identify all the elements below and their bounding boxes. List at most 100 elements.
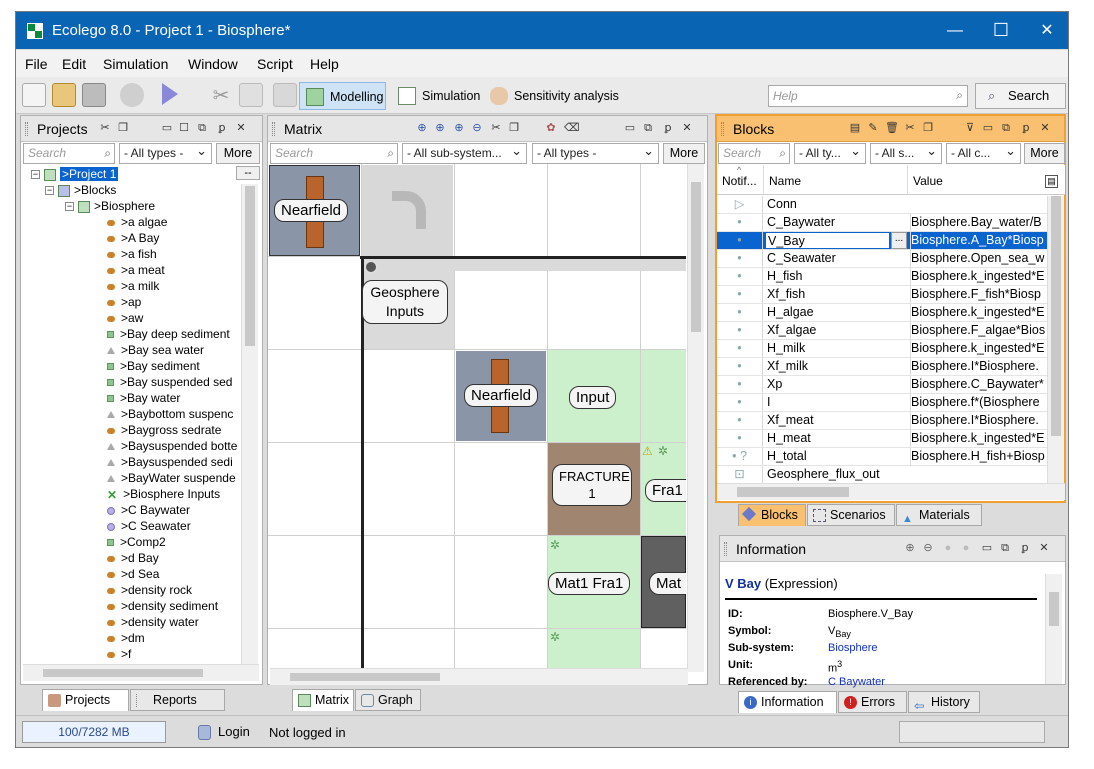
menu-simulation[interactable]: Simulation (103, 56, 168, 72)
fra1-node[interactable]: Fra1 (645, 479, 686, 502)
collapse-panel-icon[interactable]: ▭ (624, 122, 636, 134)
menu-edit[interactable]: Edit (62, 56, 86, 72)
forward-icon[interactable]: ● (960, 542, 972, 554)
collapse-panel-icon[interactable]: ▭ (981, 542, 993, 554)
mat1-fra1-node[interactable]: Mat1 Fra1 (548, 572, 631, 595)
tree-block-item[interactable]: >Bay suspended sed (107, 374, 232, 390)
restore-panel-icon[interactable]: ☐ (178, 122, 190, 134)
block-row[interactable]: ⊡ Geosphere_flux_out (717, 466, 1047, 484)
input-node[interactable]: Input (569, 386, 617, 409)
block-row[interactable]: ▷ Conn (717, 196, 1047, 214)
tree-blocks-node[interactable]: − >Blocks (45, 182, 116, 198)
maximize-button[interactable]: ☐ (978, 12, 1024, 49)
info-field-value[interactable]: Biosphere (828, 642, 878, 654)
drag-grip-icon[interactable] (272, 122, 275, 136)
tree-block-item[interactable]: >Baybottom suspenc (107, 406, 233, 422)
paste-icon[interactable] (273, 83, 297, 107)
tree-block-item[interactable]: >dm (107, 630, 145, 646)
tab-matrix[interactable]: Matrix (292, 689, 354, 711)
block-row[interactable]: • C_Seawater Biosphere.Open_sea_w (717, 250, 1047, 268)
zoom-in-icon[interactable]: ⊕ (453, 122, 465, 134)
drag-grip-icon[interactable] (721, 122, 724, 136)
tree-block-item[interactable]: >Bay sea water (107, 342, 204, 358)
edit-expression-button[interactable]: ... (891, 232, 907, 249)
matrix-horizontal-scrollbar[interactable] (270, 668, 688, 685)
projects-vertical-scrollbar[interactable] (241, 184, 258, 664)
tab-reports[interactable]: Reports (130, 689, 225, 711)
nearfield-node-2[interactable]: Nearfield (464, 384, 539, 407)
pin-icon[interactable]: ꝑ (662, 122, 674, 134)
pin-icon[interactable]: ꝑ (1020, 122, 1032, 134)
copy-icon[interactable]: ❐ (117, 122, 129, 134)
zoom-out-icon[interactable]: ⊖ (922, 542, 934, 554)
tree-toggle-icon[interactable]: − (65, 202, 74, 212)
name-cell[interactable]: H_fish (767, 268, 907, 285)
cut-icon[interactable]: ✂ (904, 122, 916, 134)
zoom-reset-icon[interactable]: ⊕ (434, 122, 446, 134)
login-button[interactable]: Login (198, 724, 250, 740)
col-value[interactable]: Value (913, 174, 943, 188)
collapse-panel-icon[interactable]: ▭ (161, 122, 173, 134)
float-panel-icon[interactable]: ⧉ (999, 542, 1011, 554)
tree-block-item[interactable]: >d Bay (107, 550, 159, 566)
block-row[interactable]: • H_milk Biosphere.k_ingested*E (717, 340, 1047, 358)
value-cell[interactable]: Biosphere.k_ingested*E (910, 304, 1046, 321)
tree-block-item[interactable]: >Comp2 (107, 534, 166, 550)
drag-grip-icon[interactable] (25, 122, 28, 136)
tree-block-item[interactable]: ✕ >Biosphere Inputs (107, 486, 220, 502)
matrix-vertical-scrollbar[interactable] (687, 164, 704, 672)
blocks-category-filter[interactable]: - All c... (946, 141, 1021, 164)
tree-block-item[interactable]: >a algae (107, 214, 167, 230)
block-row[interactable]: • Xf_milk Biosphere.I*Biosphere. (717, 358, 1047, 376)
value-cell[interactable]: Biosphere.k_ingested*E (910, 340, 1046, 357)
tab-scenarios[interactable]: Scenarios (807, 504, 895, 526)
tree-block-item[interactable]: >Bay sediment (107, 358, 200, 374)
simulation-mode-button[interactable]: Simulation (392, 82, 486, 110)
blocks-more-button[interactable]: More (1024, 143, 1065, 164)
close-window-button[interactable]: ✕ (1024, 12, 1070, 49)
float-panel-icon[interactable]: ⧉ (196, 122, 208, 134)
value-cell[interactable]: Biosphere.C_Baywater* (910, 376, 1046, 393)
sensitivity-mode-button[interactable]: Sensitivity analysis (484, 82, 624, 110)
tree-block-item[interactable]: >a meat (107, 262, 165, 278)
name-edit-field[interactable]: V_Bay (765, 232, 890, 249)
block-row[interactable]: • Xf_algae Biosphere.F_algae*Bios (717, 322, 1047, 340)
back-icon[interactable]: ● (942, 542, 954, 554)
interaction-matrix[interactable]: Nearfield Geosphere Inputs Nearfield Inp… (268, 164, 686, 672)
value-cell[interactable]: Biosphere.A_Bay*Biosp (910, 232, 1046, 249)
menu-file[interactable]: File (25, 56, 48, 72)
name-cell[interactable]: C_Seawater (767, 250, 907, 267)
projects-type-filter[interactable]: - All types - (119, 141, 212, 164)
tree-block-item[interactable]: >d Sea (107, 566, 159, 582)
projects-horizontal-scrollbar[interactable] (23, 664, 259, 681)
tree-block-item[interactable]: >a fish (107, 246, 157, 262)
block-row[interactable]: • H_fish Biosphere.k_ingested*E (717, 268, 1047, 286)
tree-block-item[interactable]: >Baysuspended botte (107, 438, 237, 454)
cut-icon[interactable]: ✂ (99, 122, 111, 134)
flow-arrow-cell[interactable] (362, 165, 453, 256)
close-panel-icon[interactable]: ✕ (1038, 542, 1050, 554)
block-row[interactable]: • Xf_fish Biosphere.F_fish*Biosp (717, 286, 1047, 304)
open-folder-icon[interactable] (52, 83, 76, 107)
close-panel-icon[interactable]: ✕ (1039, 122, 1051, 134)
tree-block-item[interactable]: >density sediment (107, 598, 218, 614)
block-row[interactable]: • H_algae Biosphere.k_ingested*E (717, 304, 1047, 322)
clock-settings-icon[interactable] (120, 83, 144, 107)
block-row[interactable]: • C_Baywater Biosphere.Bay_water/B (717, 214, 1047, 232)
value-cell[interactable]: Biosphere.f*(Biosphere (910, 394, 1046, 411)
zoom-fit-icon[interactable]: ⊕ (416, 122, 428, 134)
tree-block-item[interactable]: >Bay water (107, 390, 180, 406)
tree-toggle-icon[interactable]: − (31, 170, 40, 180)
block-row[interactable]: • ? H_total Biosphere.H_fish+Biosp (717, 448, 1047, 466)
menu-script[interactable]: Script (257, 56, 293, 72)
tree-block-item[interactable]: >Baysuspended sedi (107, 454, 233, 470)
name-cell[interactable]: Xp (767, 376, 907, 393)
zoom-in-icon[interactable]: ⊕ (904, 542, 916, 554)
tree-block-item[interactable]: >aw (107, 310, 143, 326)
block-row[interactable]: • H_meat Biosphere.k_ingested*E (717, 430, 1047, 448)
col-notification[interactable]: Notif... (722, 174, 757, 188)
block-row[interactable]: • Xf_meat Biosphere.I*Biosphere. (717, 412, 1047, 430)
tree-block-item[interactable]: >ap (107, 294, 141, 310)
menu-help[interactable]: Help (310, 56, 339, 72)
fracture-node[interactable]: FRACTURE 1 (552, 464, 632, 506)
